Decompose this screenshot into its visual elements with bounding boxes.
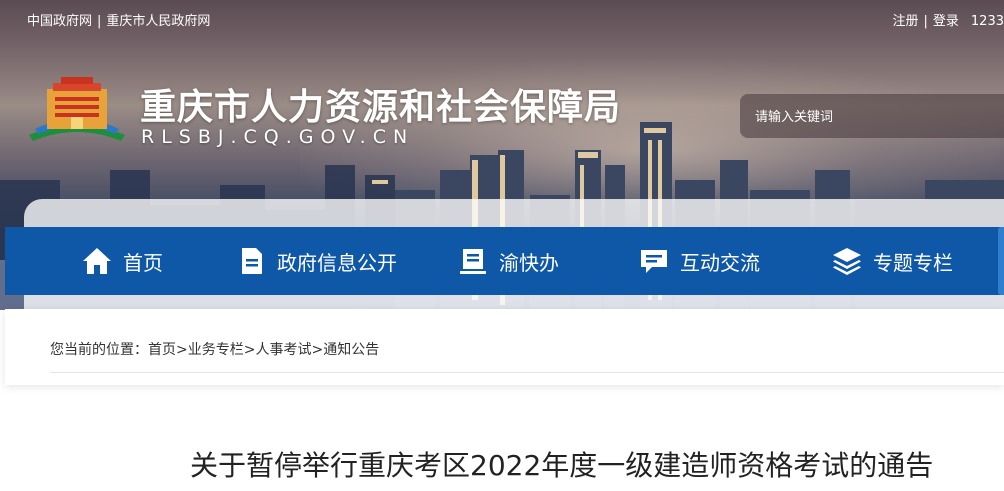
breadcrumb-card: 您当前的位置：首页>业务专栏>人事考试>通知公告 [5,309,1004,385]
nav-label: 首页 [123,250,163,275]
nav-item-gov-info[interactable]: 政府信息公开 [235,227,397,295]
nav-label: 渝快办 [499,250,559,275]
bureau-logo-icon[interactable] [25,75,129,149]
search-input[interactable] [740,94,997,140]
breadcrumb: 您当前的位置：首页>业务专栏>人事考试>通知公告 [50,339,1004,373]
breadcrumb-home[interactable]: 首页 [148,342,176,358]
document-icon [242,248,262,274]
nav-item-home[interactable]: 首页 [81,227,163,295]
top-links: 中国政府网 | 重庆市人民政府网 [27,10,210,29]
article-title: 关于暂停举行重庆考区2022年度一级建造师资格考试的通告 [190,449,934,482]
site-domain: RLSBJ.CQ.GOV.CN [141,126,415,148]
site-title[interactable]: 重庆市人力资源和社会保障局 [140,78,621,130]
search-box [740,94,1004,140]
breadcrumb-separator: > [176,342,188,358]
breadcrumb-separator: > [243,342,256,358]
main-nav: 首页 政府信息公开 渝快办 互动交流 专题专栏 [5,227,1004,295]
link-gov-cn[interactable]: 中国政府网 [27,14,92,29]
nav-edge-accent [998,227,1004,295]
hotline-number: 1233 [970,14,1004,29]
nav-item-yukuaiban[interactable]: 渝快办 [457,227,559,295]
nav-label: 政府信息公开 [277,250,397,275]
separator: | [923,14,928,29]
register-link[interactable]: 注册 [892,14,918,29]
nav-item-interaction[interactable]: 互动交流 [638,227,760,295]
breadcrumb-notices[interactable]: 通知公告 [323,342,379,358]
nav-label: 互动交流 [680,250,760,275]
breadcrumb-prefix: 您当前的位置： [50,342,148,358]
breadcrumb-exams[interactable]: 人事考试 [255,342,311,358]
breadcrumb-business[interactable]: 业务专栏 [188,342,244,358]
separator: | [97,14,102,29]
service-icon [460,249,486,274]
layers-icon [833,248,861,275]
chat-icon [641,250,667,273]
nav-item-special-topics[interactable]: 专题专栏 [831,227,953,295]
user-links: 注册 | 登录 1233 [892,10,1004,29]
home-icon [83,248,111,274]
nav-label: 专题专栏 [873,250,953,275]
login-link[interactable]: 登录 [933,14,959,29]
link-cq-gov[interactable]: 重庆市人民政府网 [106,14,210,29]
breadcrumb-separator: > [311,342,324,358]
